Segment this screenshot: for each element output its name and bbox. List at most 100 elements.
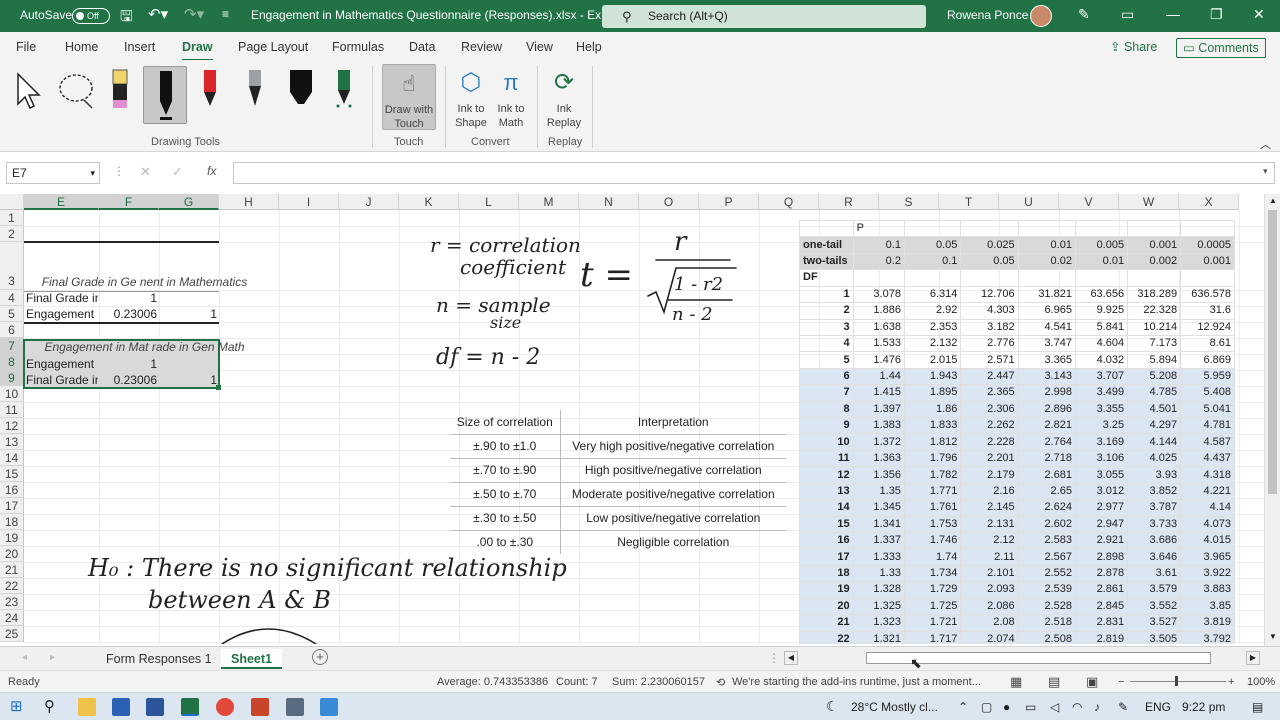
t-df-cell[interactable]: 15 [799, 515, 854, 534]
t-two-tails-value[interactable]: 0.05 [960, 252, 1019, 271]
t-critical-value[interactable]: 1.74 [903, 548, 962, 566]
t-blank-cell[interactable] [1074, 269, 1129, 287]
t-critical-value[interactable]: 1.35 [852, 482, 905, 501]
insert-function-icon[interactable]: fx [207, 164, 216, 178]
t-critical-value[interactable]: 1.721 [903, 614, 962, 632]
t-critical-value[interactable]: 2.093 [960, 581, 1019, 599]
tab-split-icon[interactable]: ⋮ [768, 651, 780, 665]
row-header-12[interactable]: 12 [0, 418, 24, 434]
row-header-1[interactable]: 1 [0, 210, 24, 226]
t-critical-value[interactable]: 2.602 [1017, 515, 1076, 534]
t-df-cell[interactable]: 2 [799, 302, 854, 320]
block2-title[interactable]: Engagement in Mat rade in Gen Math [24, 339, 265, 355]
column-header-l[interactable]: L [459, 194, 519, 210]
row-header-10[interactable]: 10 [0, 386, 24, 402]
t-critical-value[interactable]: 2.624 [1017, 499, 1076, 517]
row-header-15[interactable]: 15 [0, 466, 24, 482]
prev-sheet-icon[interactable]: ◂ [22, 652, 27, 663]
name-box-dropdown-icon[interactable]: ▾ [90, 163, 95, 183]
t-df-cell[interactable]: 6 [799, 367, 854, 386]
t-critical-value[interactable]: 1.886 [852, 302, 905, 320]
calculator-icon[interactable] [286, 698, 304, 716]
t-critical-value[interactable]: 3.85 [1180, 597, 1235, 616]
clock-time[interactable]: 9:22 pm [1182, 700, 1225, 714]
photos-icon[interactable] [320, 698, 338, 716]
t-blank-cell[interactable] [1017, 220, 1076, 238]
windows-start-icon[interactable]: ⊞ [10, 697, 23, 715]
t-df-label[interactable]: DF [799, 269, 854, 287]
t-blank-cell[interactable] [903, 269, 962, 287]
t-df-cell[interactable]: 11 [799, 449, 854, 468]
fill-handle[interactable] [216, 385, 221, 390]
t-critical-value[interactable]: 2.65 [1017, 482, 1076, 501]
black-pen-selected[interactable] [143, 66, 187, 124]
green-pen-icon[interactable] [332, 68, 356, 108]
t-critical-value[interactable]: 3.505 [1127, 630, 1182, 644]
t-critical-value[interactable]: 2.845 [1074, 597, 1129, 616]
column-header-e[interactable]: E [24, 194, 99, 210]
tray-chevron-icon[interactable]: ⌃ [958, 700, 968, 714]
row-header-11[interactable]: 11 [0, 402, 24, 418]
row-header-21[interactable]: 21 [0, 562, 24, 578]
t-critical-value[interactable]: 1.86 [903, 400, 962, 419]
undo-icon[interactable]: ↶▾ [148, 5, 168, 23]
t-critical-value[interactable]: 4.144 [1127, 433, 1182, 451]
t-one-tail-label[interactable]: one-tail [799, 236, 854, 254]
tray-speaker-icon[interactable]: ♪ [1094, 700, 1100, 714]
pen-icon[interactable]: ✎ [1078, 6, 1090, 23]
powerpoint-icon[interactable] [251, 698, 269, 716]
t-critical-value[interactable]: 3.922 [1180, 564, 1235, 583]
zoom-slider[interactable] [1130, 681, 1226, 682]
row-header-20[interactable]: 20 [0, 546, 24, 562]
t-critical-value[interactable]: 3.365 [1017, 351, 1076, 369]
t-critical-value[interactable]: 4.221 [1180, 482, 1235, 501]
user-name[interactable]: Rowena Ponce [947, 8, 1028, 22]
row-header-2[interactable]: 2 [0, 226, 24, 242]
cancel-icon[interactable]: ✕ [140, 164, 151, 180]
ribbon-display-icon[interactable]: ▭ [1121, 6, 1134, 23]
t-critical-value[interactable]: 3.055 [1074, 466, 1129, 484]
search-box[interactable]: ⚲ Search (Alt+Q) [602, 5, 926, 28]
t-critical-value[interactable]: 318.289 [1127, 285, 1182, 304]
t-critical-value[interactable]: 2.11 [960, 548, 1019, 566]
vertical-scrollbar[interactable]: ▲ ▼ [1264, 194, 1280, 646]
t-critical-value[interactable]: 5.841 [1074, 318, 1129, 336]
red-pen-icon[interactable] [198, 68, 222, 108]
t-critical-value[interactable]: 2.145 [960, 499, 1019, 517]
t-critical-value[interactable]: 1.328 [852, 581, 905, 599]
zoom-level[interactable]: 100% [1247, 676, 1275, 688]
t-critical-value[interactable]: 1.812 [903, 433, 962, 451]
normal-view-icon[interactable]: ▦ [1010, 674, 1022, 690]
correlation-size-cell[interactable]: ±.90 to ±1.0 [450, 434, 561, 459]
t-critical-value[interactable]: 2.567 [1017, 548, 1076, 566]
ink-to-math-button[interactable]: π Ink to Math [492, 64, 530, 130]
t-critical-value[interactable]: 1.325 [852, 597, 905, 616]
t-df-cell[interactable]: 5 [799, 351, 854, 369]
t-critical-value[interactable]: 2.539 [1017, 581, 1076, 599]
cell-g5[interactable]: 1 [159, 306, 217, 322]
status-sum[interactable]: Sum: 2.230060157 [612, 676, 705, 688]
autosave-toggle[interactable]: Off [72, 8, 110, 24]
tray-mic-icon[interactable]: ● [1003, 700, 1010, 714]
row-header-9[interactable]: 9 [0, 370, 24, 386]
t-critical-value[interactable]: 2.074 [960, 630, 1019, 644]
name-box[interactable]: E7 ▾ [6, 162, 100, 184]
t-critical-value[interactable]: 2.764 [1017, 433, 1076, 451]
row-header-8[interactable]: 8 [0, 354, 24, 370]
t-critical-value[interactable]: 2.896 [1017, 400, 1076, 419]
t-two-tails-value[interactable]: 0.1 [903, 252, 962, 271]
redo-icon[interactable]: ↷▾ [184, 5, 204, 23]
t-one-tail-value[interactable]: 0.01 [1017, 236, 1076, 254]
t-critical-value[interactable]: 1.356 [852, 466, 905, 484]
t-critical-value[interactable]: 1.761 [903, 499, 962, 517]
t-critical-value[interactable]: 22.328 [1127, 302, 1182, 320]
ink-to-shape-button[interactable]: ⬡ Ink to Shape [452, 64, 490, 130]
t-critical-value[interactable]: 2.132 [903, 334, 962, 353]
t-critical-value[interactable]: 2.08 [960, 614, 1019, 632]
t-critical-value[interactable]: 10.214 [1127, 318, 1182, 336]
t-critical-value[interactable]: 3.169 [1074, 433, 1129, 451]
block1-title[interactable]: Final Grade in Ge nent in Mathematics [24, 274, 265, 290]
row-header-13[interactable]: 13 [0, 434, 24, 450]
tab-formulas[interactable]: Formulas [332, 40, 384, 54]
t-df-cell[interactable]: 19 [799, 581, 854, 599]
